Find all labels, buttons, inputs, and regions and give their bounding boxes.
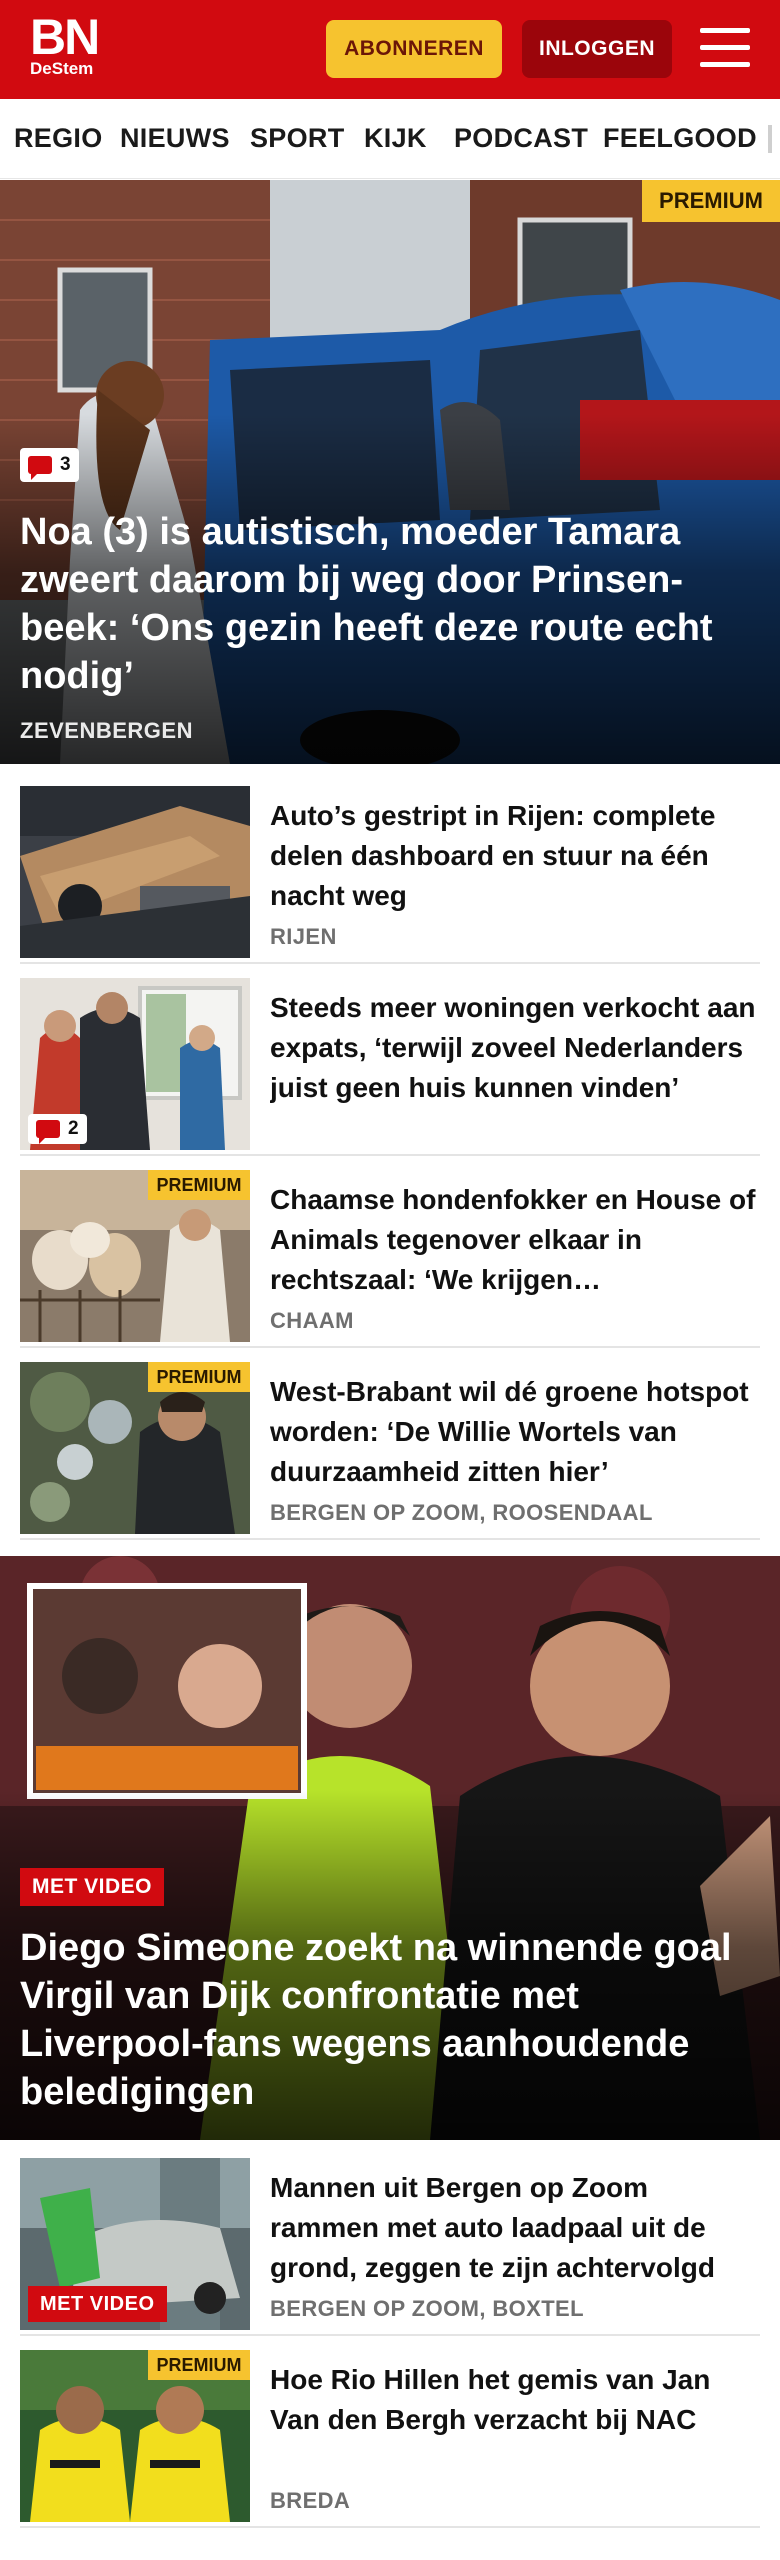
comment-icon bbox=[28, 456, 52, 480]
login-button[interactable]: INLOGGEN bbox=[522, 20, 672, 78]
logo-main-text: BN bbox=[30, 9, 100, 65]
article-location: RIJEN bbox=[270, 924, 337, 949]
article-thumbnail: PREMIUM bbox=[20, 2350, 250, 2522]
premium-badge: PREMIUM bbox=[642, 180, 780, 222]
nav-item-sport[interactable]: SPORT bbox=[250, 123, 345, 154]
nav-item-kijk[interactable]: KIJK bbox=[364, 123, 427, 154]
article-location: CHAAM bbox=[270, 1308, 354, 1333]
article-thumbnail bbox=[20, 786, 250, 958]
list-item[interactable]: PREMIUM Chaamse hondenfokker en House of… bbox=[20, 1170, 760, 1348]
article-title[interactable]: Auto’s gestript in Rijen: complete delen… bbox=[270, 796, 760, 916]
article-location: BERGEN OP ZOOM, BOXTEL bbox=[270, 2296, 584, 2321]
hamburger-icon[interactable] bbox=[700, 24, 750, 72]
comment-count-badge[interactable]: 3 bbox=[20, 448, 79, 482]
site-header: BN DeStem ABONNEREN INLOGGEN bbox=[0, 0, 780, 99]
article-title[interactable]: West-Brabant wil dé groene hotspot worde… bbox=[270, 1372, 760, 1492]
comment-count: 3 bbox=[60, 454, 71, 475]
video-badge: MET VIDEO bbox=[20, 1868, 165, 1906]
nav-item-podcast[interactable]: PODCAST bbox=[454, 123, 588, 154]
article-thumbnail: PREMIUM bbox=[20, 1170, 250, 1342]
article-title[interactable]: Hoe Rio Hillen het gemis van Jan Van den… bbox=[270, 2360, 760, 2440]
article-thumbnail: MET VIDEO bbox=[20, 2158, 250, 2330]
nav-item-regio[interactable]: REGIO bbox=[14, 123, 103, 154]
nav-item-nieuws[interactable]: NIEUWS bbox=[120, 123, 230, 154]
thumbnail-image bbox=[20, 786, 250, 958]
hero-title-1[interactable]: Noa (3) is autistisch, moeder Tamara zwe… bbox=[20, 508, 760, 700]
list-item[interactable]: Auto’s gestript in Rijen: complete delen… bbox=[20, 786, 760, 964]
nav-item-feelgood[interactable]: FEELGOOD bbox=[603, 123, 757, 154]
premium-badge: PREMIUM bbox=[148, 2350, 250, 2380]
logo-sub-text: DeStem bbox=[30, 59, 94, 78]
list-item[interactable]: PREMIUM Hoe Rio Hillen het gemis van Jan… bbox=[20, 2350, 760, 2528]
article-thumbnail: 2 bbox=[20, 978, 250, 1150]
premium-badge: PREMIUM bbox=[148, 1362, 250, 1392]
article-title[interactable]: Steeds meer woningen verkocht aan expats… bbox=[270, 988, 760, 1108]
video-badge: MET VIDEO bbox=[28, 2286, 167, 2322]
hero-title-2[interactable]: Diego Simeone zoekt na winnende goal Vir… bbox=[20, 1924, 760, 2116]
article-location: BREDA bbox=[270, 2488, 351, 2513]
hero-location-1: ZEVENBERGEN bbox=[20, 718, 193, 743]
subscribe-button[interactable]: ABONNEREN bbox=[326, 20, 502, 78]
article-title[interactable]: Chaamse hondenfokker en House of Animals… bbox=[270, 1180, 760, 1300]
hero-article-2[interactable]: MET VIDEO Diego Simeone zoekt na winnend… bbox=[0, 1556, 780, 2140]
article-location: BERGEN OP ZOOM, ROOSENDAAL bbox=[270, 1500, 653, 1525]
article-thumbnail: PREMIUM bbox=[20, 1362, 250, 1534]
premium-badge: PREMIUM bbox=[148, 1170, 250, 1200]
hero-article-1[interactable]: PREMIUM 3 Noa (3) is autistisch, moeder … bbox=[0, 180, 780, 764]
list-item[interactable]: MET VIDEO Mannen uit Bergen op Zoom ramm… bbox=[20, 2158, 760, 2336]
list-item[interactable]: PREMIUM West-Brabant wil dé groene hotsp… bbox=[20, 1362, 760, 1540]
comment-count-badge[interactable]: 2 bbox=[28, 1114, 87, 1144]
list-item[interactable]: 2 Steeds meer woningen verkocht aan expa… bbox=[20, 978, 760, 1156]
article-title[interactable]: Mannen uit Bergen op Zoom rammen met aut… bbox=[270, 2168, 760, 2288]
comment-icon bbox=[36, 1120, 60, 1144]
nav-overflow-indicator bbox=[768, 125, 772, 153]
comment-count: 2 bbox=[68, 1118, 79, 1139]
site-logo[interactable]: BN DeStem bbox=[30, 9, 112, 78]
section-nav: REGIO NIEUWS SPORT KIJK PODCAST FEELGOOD bbox=[0, 99, 780, 179]
